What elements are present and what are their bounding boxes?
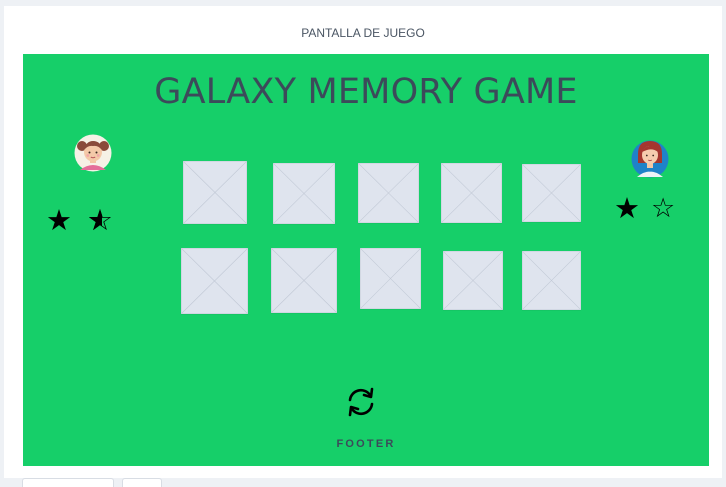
memory-card[interactable] [441,163,502,223]
image-placeholder-icon [522,164,581,222]
bottom-tab-2[interactable] [122,478,162,487]
memory-card[interactable] [358,163,419,223]
memory-card[interactable] [181,248,248,314]
image-placeholder-icon [271,248,337,313]
refresh-icon [348,387,374,417]
footer: FOOTER [336,438,396,450]
image-placeholder-icon [441,163,502,223]
player-1-rating: ★ ☆ ★ [46,206,126,238]
memory-card[interactable] [522,164,581,222]
image-placeholder-icon [360,248,421,309]
memory-card[interactable] [360,248,421,309]
star-empty-icon: ☆ [651,193,676,224]
game-title: GALAXY MEMORY GAME [154,72,578,112]
player-1-avatar [74,134,112,172]
image-placeholder-icon [358,163,419,223]
game-screen-frame: PANTALLA DE JUEGO GALAXY MEMORY GAME ★ ☆… [4,6,722,478]
bottom-tab-1[interactable] [22,478,114,487]
memory-card[interactable] [522,251,581,310]
image-placeholder-icon [273,163,335,224]
screen-title: PANTALLA DE JUEGO [301,26,425,40]
game-board: GALAXY MEMORY GAME ★ ☆ ★ ★ ☆ FOOTER [23,54,709,466]
memory-card[interactable] [273,163,335,224]
image-placeholder-icon [522,251,581,310]
woman-avatar-icon [631,140,669,178]
memory-card[interactable] [271,248,337,313]
star-full-icon: ★ [46,203,72,237]
star-full-icon: ★ [614,191,640,225]
image-placeholder-icon [181,248,248,314]
player-2-rating: ★ ☆ [614,194,684,226]
memory-card[interactable] [183,161,247,224]
restart-button[interactable] [343,386,379,418]
star-half-icon: ☆ ★ [87,203,113,237]
girl-avatar-icon [74,134,112,172]
image-placeholder-icon [183,161,247,224]
image-placeholder-icon [443,251,503,310]
player-2-avatar [631,138,669,178]
memory-card[interactable] [443,251,503,310]
